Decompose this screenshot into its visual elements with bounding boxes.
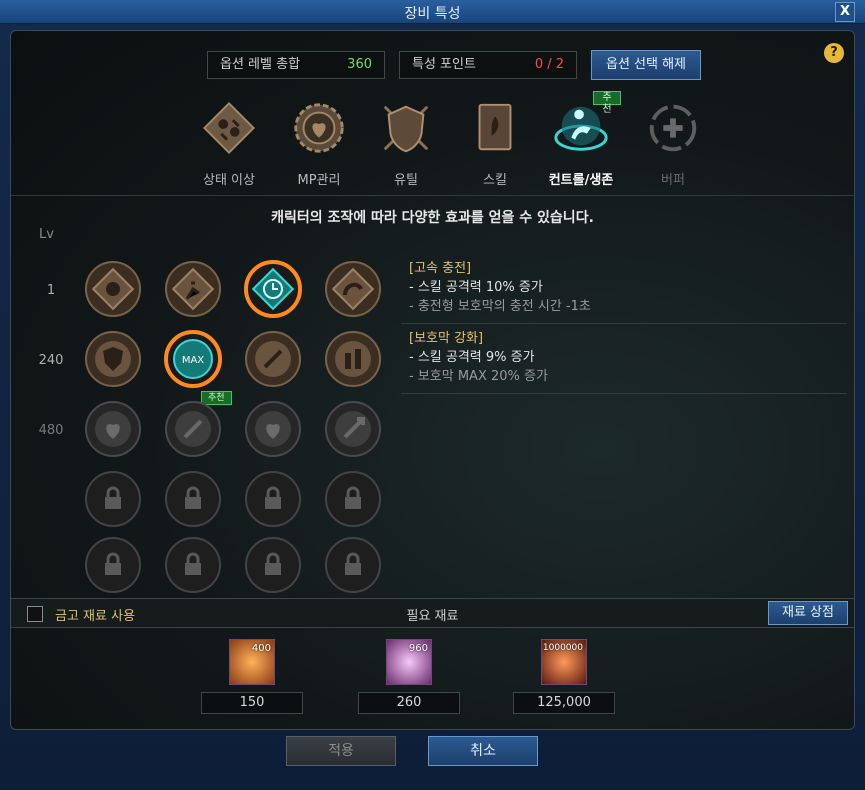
title-bar: 장비 특성 X [0,0,865,24]
reset-option-button[interactable]: 옵션 선택 해제 [591,50,701,80]
tab-label: 컨트롤/생존 [548,173,614,188]
material-value: 125,000 [513,692,615,714]
help-icon[interactable]: ? [824,43,844,63]
cancel-button[interactable]: 취소 [428,736,538,766]
tab-label: 버퍼 [661,173,685,188]
level-label: 1 [46,283,56,298]
tab-mp-management[interactable]: MP관리 [279,99,359,189]
locked-node-lock-icon [165,471,221,527]
trait-info-line: - 스킬 공격력 9% 증가 [409,350,535,365]
option-level-label: 옵션 레벨 총합 [220,57,301,72]
material-value: 260 [358,692,460,714]
material-count: 1000000 [542,643,583,653]
trait-node-max-icon[interactable]: MAX [163,329,223,389]
locked-node-lock-icon [85,537,141,593]
level-label: 480 [38,423,64,438]
trait-info-line: - 충전형 보호막의 충전 시간 -1초 [409,299,591,314]
divider [11,195,854,196]
trait-info-shield-boost: [보호막 강화] - 스킬 공격력 9% 증가 - 보호막 MAX 20% 증가 [409,329,548,386]
tab-skill[interactable]: 스킬 [455,99,535,189]
apply-button[interactable]: 적용 [286,736,396,766]
materials-bar: 금고 재료 사용 필요 재료 재료 상점 [11,598,854,628]
control-survival-icon [554,106,608,151]
tab-utility[interactable]: 유틸 [366,99,446,189]
material-count: 400 [251,643,271,654]
trait-info-heading: [고속 충전] [409,261,472,276]
level-header: Lv [39,227,54,242]
trait-node-heart-sword-icon[interactable] [83,399,143,459]
tab-label: 유틸 [394,173,418,188]
window-title: 장비 특성 [404,6,461,22]
close-button[interactable]: X [835,2,855,22]
trait-points-value: 0 / 2 [534,57,564,72]
option-level-total: 옵션 레벨 총합 360 [207,51,385,79]
recommend-badge: 추천 [593,91,621,115]
info-divider [401,393,847,394]
trait-info-heading: [보호막 강화] [409,331,484,346]
tab-label: MP관리 [297,173,341,188]
trait-node-sword-up-icon[interactable] [323,399,383,459]
max-label: MAX [182,355,204,366]
trait-info-fast-charge: [고속 충전] - 스킬 공격력 10% 증가 - 충전형 보호막의 충전 시간… [409,259,591,316]
material-shop-button[interactable]: 재료 상점 [768,601,848,625]
locked-node-lock-icon [245,537,301,593]
category-description: 캐릭터의 조작에 따라 다양한 효과를 얻을 수 있습니다. [271,210,594,226]
trait-node-strength-icon[interactable] [323,259,383,319]
material-slot-1[interactable]: 400 [229,639,275,685]
skill-book-icon [478,103,512,151]
tab-label: 상태 이상 [203,173,255,188]
window-frame: 옵션 레벨 총합 360 특성 포인트 0 / 2 옵션 선택 해제 ? 상태 … [0,24,865,790]
trait-info-line: - 보호막 MAX 20% 증가 [409,369,548,384]
trait-points-label: 특성 포인트 [412,57,476,72]
level-label: 240 [38,353,64,368]
trait-points: 특성 포인트 0 / 2 [399,51,577,79]
locked-node-lock-icon [245,471,301,527]
trait-node-fist-icon[interactable] [83,259,143,319]
locked-node-lock-icon [325,471,381,527]
trait-node-compass-icon[interactable] [243,329,303,389]
info-divider [401,323,847,324]
option-level-value: 360 [347,57,372,72]
trait-node-coins-icon[interactable] [323,329,383,389]
buffer-icon [649,104,697,152]
locked-node-lock-icon [85,471,141,527]
trait-node-clock-icon[interactable] [243,259,303,319]
mp-gear-icon [294,103,344,153]
shield-swords-icon [383,105,429,153]
status-effect-icon [203,102,255,154]
material-count: 960 [408,643,428,654]
trait-info-line: - 스킬 공격력 10% 증가 [409,280,543,295]
equipment-trait-panel: 옵션 레벨 총합 360 특성 포인트 0 / 2 옵션 선택 해제 ? 상태 … [10,30,855,730]
locked-node-lock-icon [325,537,381,593]
material-slot-3[interactable]: 1000000 [541,639,587,685]
tab-status-effect[interactable]: 상태 이상 [189,99,269,189]
materials-title: 필요 재료 [406,609,459,624]
tab-label: 스킬 [483,173,507,188]
tab-control-survival[interactable]: 컨트롤/생존 추천 [541,91,621,189]
material-slot-2[interactable]: 960 [386,639,432,685]
trait-node-shield-icon[interactable] [83,329,143,389]
trait-node-runner-icon[interactable] [163,259,223,319]
trait-node-heart-icon[interactable] [243,399,303,459]
locked-node-lock-icon [165,537,221,593]
tab-buffer[interactable]: 버퍼 [633,99,713,189]
material-value: 150 [201,692,303,714]
trait-node-dagger-icon[interactable] [163,399,223,459]
